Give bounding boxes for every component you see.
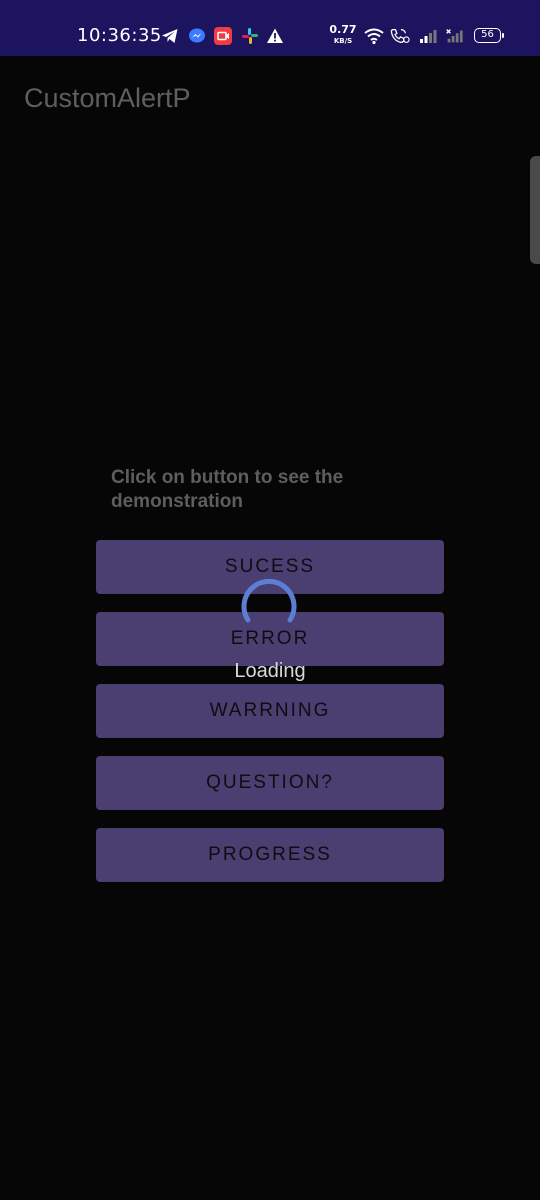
battery-indicator: 56 <box>474 28 504 43</box>
progress-button[interactable]: PROGRESS <box>96 828 444 882</box>
signal-icon <box>418 26 438 46</box>
warning-button[interactable]: WARRNING <box>96 684 444 738</box>
no-signal-icon <box>444 26 464 46</box>
network-speed-value: 0.77 <box>329 23 357 36</box>
telegram-icon <box>160 26 180 46</box>
scrollbar-handle[interactable] <box>530 156 540 264</box>
app-screen: 10:36:35 0.77 KB/S 56 CustomAlertP Click… <box>0 0 540 1200</box>
wifi-icon <box>364 26 384 46</box>
slack-icon <box>240 26 260 46</box>
page-title: CustomAlertP <box>24 83 191 113</box>
messenger-icon <box>187 26 207 46</box>
status-bar: 10:36:35 0.77 KB/S 56 <box>0 0 540 56</box>
network-speed: 0.77 KB/S <box>329 23 357 46</box>
screen-record-icon <box>213 26 233 46</box>
instruction-text: Click on button to see the demonstration <box>111 467 344 512</box>
loading-label: Loading <box>234 660 306 682</box>
warning-icon <box>265 26 285 46</box>
status-time: 10:36:35 <box>77 25 162 46</box>
volte-call-icon <box>390 26 410 46</box>
question-button[interactable]: QUESTION? <box>96 756 444 810</box>
network-speed-unit: KB/S <box>333 37 353 45</box>
loading-spinner-icon <box>238 576 300 638</box>
